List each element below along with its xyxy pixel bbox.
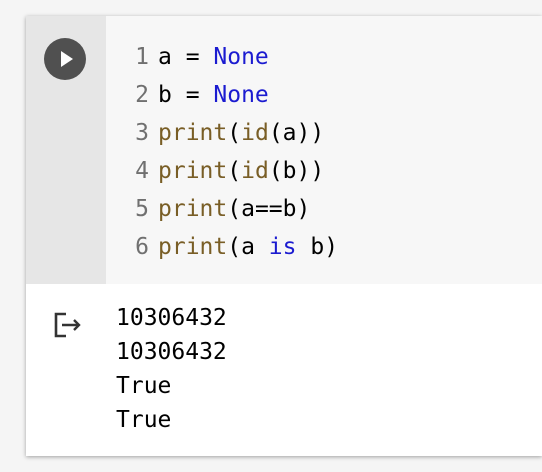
line-number: 6 [135, 234, 149, 260]
code-token: (b)) [268, 158, 325, 184]
code-text: print(id(a)) [158, 114, 324, 152]
code-line: 2 b = None [106, 76, 542, 114]
function-token: id [241, 120, 269, 146]
function-token: print [158, 158, 228, 184]
code-cell: 1a = None 2 b = None 3 print(id(a)) 4 print(id… [26, 16, 542, 456]
output-line: 10306432 [116, 305, 227, 331]
code-token: a = [158, 44, 214, 70]
code-token: ( [227, 158, 242, 184]
output-line: True [116, 373, 172, 399]
code-text: print(a==b) [158, 190, 310, 228]
line-number: 3 [135, 120, 149, 146]
output-arrow-icon [54, 312, 81, 338]
function-token: print [158, 234, 228, 260]
line-number: 4 [135, 158, 149, 184]
function-token: print [158, 196, 228, 222]
output-line: True [116, 407, 172, 433]
run-cell-button[interactable] [44, 38, 86, 80]
code-text: print(a is b) [158, 228, 338, 266]
output-line: 10306432 [116, 339, 227, 365]
keyword-token: is [268, 234, 297, 260]
play-icon [61, 51, 73, 67]
cell-gutter [26, 16, 106, 284]
line-number: 1 [135, 44, 149, 70]
code-area: 1a = None 2 b = None 3 print(id(a)) 4 print(id… [26, 16, 542, 284]
code-text: a = None [158, 38, 269, 76]
keyword-token: None [213, 44, 269, 70]
code-line: 6 print(a is b) [106, 228, 542, 266]
code-line: 1 a = None [106, 38, 542, 76]
code-token: (a==b) [227, 196, 311, 222]
line-number: 5 [135, 196, 149, 222]
code-text: print(id(b)) [158, 152, 324, 190]
code-line: 4 print(id(b)) [106, 152, 542, 190]
code-text: b = None [158, 76, 269, 114]
code-token: (a)) [268, 120, 325, 146]
code-line: 5 print(a==b) [106, 190, 542, 228]
function-token: id [241, 158, 269, 184]
code-line: 3 print(id(a)) [106, 114, 542, 152]
output-area: 10306432 10306432 True True [26, 284, 542, 456]
code-token: ( [227, 120, 242, 146]
code-editor[interactable]: 1a = None 2 b = None 3 print(id(a)) 4 print(id… [106, 16, 542, 284]
code-token: (a [227, 234, 269, 260]
line-number: 2 [135, 82, 149, 108]
function-token: print [158, 120, 228, 146]
output-text: 10306432 10306432 True True [116, 301, 227, 437]
code-token: b = [158, 82, 214, 108]
code-token: b) [296, 234, 339, 260]
keyword-token: None [213, 82, 269, 108]
